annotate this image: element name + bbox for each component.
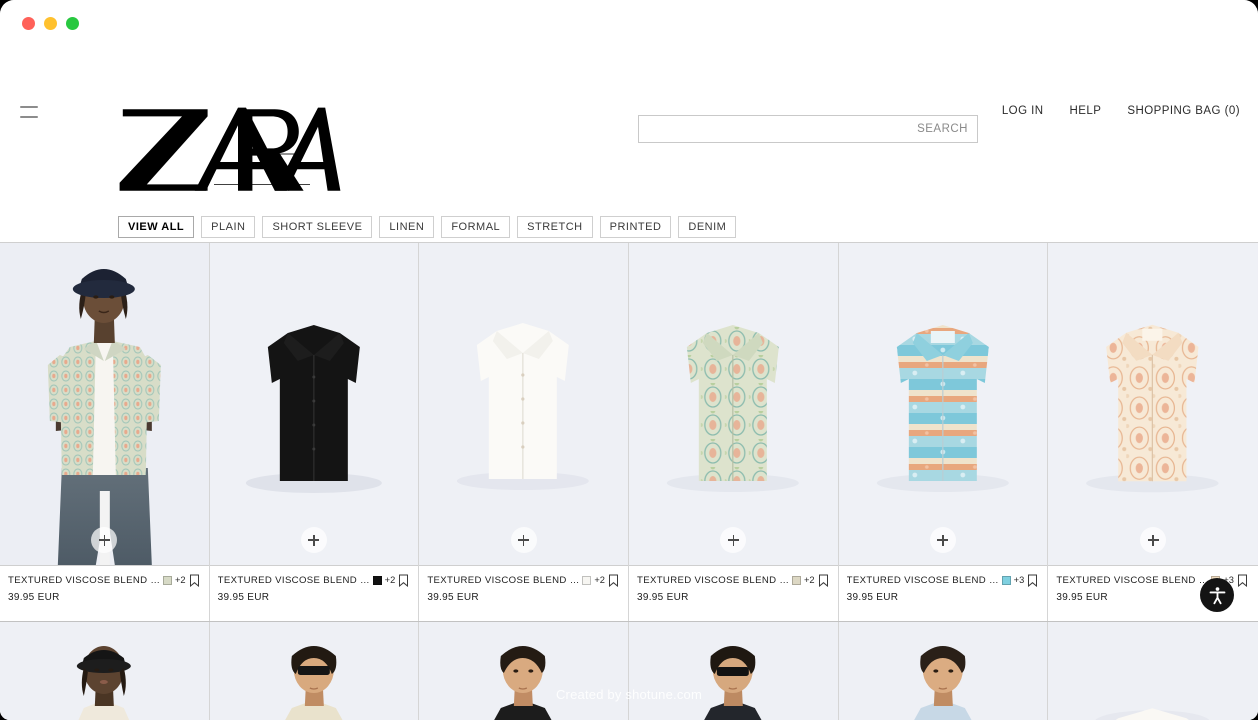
more-colors-count: +2	[594, 575, 605, 585]
product-card[interactable]: TEXTURED VISCOSE BLEND SHI... +2 39.95 E…	[209, 243, 420, 621]
minimize-window-button[interactable]	[44, 16, 57, 30]
filter-chip-short-sleeve[interactable]: SHORT SLEEVE	[262, 216, 373, 238]
product-name: TEXTURED VISCOSE BLEND SHI...	[637, 574, 789, 586]
more-colors-count: +2	[175, 575, 186, 585]
more-colors-count: +2	[804, 575, 815, 585]
product-image[interactable]	[629, 243, 838, 565]
filter-chip-printed[interactable]: PRINTED	[599, 216, 672, 238]
product-card[interactable]: TEXTURED VISCOSE BLEND SHI... +2 39.95 E…	[0, 243, 210, 621]
traffic-lights	[22, 16, 79, 30]
product-card[interactable]: TEXTURED VISCOSE BLEND SHI... +3 39.95 E…	[1048, 243, 1258, 621]
product-info: TEXTURED VISCOSE BLEND SHI... +2 39.95 E…	[0, 565, 209, 621]
product-price: 39.95 EUR	[427, 592, 479, 603]
product-info: TEXTURED VISCOSE BLEND SHI... +2 39.95 E…	[209, 565, 419, 621]
color-swatch[interactable]	[163, 575, 172, 585]
product-card[interactable]: TEXTURED VISCOSE BLEND SHI... +2 39.95 E…	[629, 243, 839, 621]
product-name: TEXTURED VISCOSE BLEND SHI...	[1056, 574, 1209, 586]
quick-add-button[interactable]	[1140, 527, 1167, 553]
product-price: 39.95 EUR	[8, 592, 60, 603]
search-input[interactable]	[639, 116, 977, 142]
product-grid-row-2	[0, 621, 1258, 720]
filter-chip-view-all[interactable]: VIEW ALL	[118, 216, 195, 238]
product-image[interactable]	[419, 622, 629, 720]
color-swatch[interactable]	[372, 575, 382, 585]
quick-add-button[interactable]	[300, 527, 327, 553]
color-swatch[interactable]	[1001, 575, 1011, 585]
window-titlebar	[0, 0, 1258, 46]
product-name: TEXTURED VISCOSE BLEND SHI...	[427, 574, 580, 586]
page-content: LOG IN HELP SHOPPING BAG (0) VIEW ALL PL…	[0, 46, 1258, 720]
bookmark-icon[interactable]	[608, 574, 619, 588]
filter-chip-linen[interactable]: LINEN	[379, 216, 435, 238]
color-swatch[interactable]	[792, 575, 801, 585]
product-card[interactable]: TEXTURED VISCOSE BLEND SHI... +2 39.95 E…	[419, 243, 629, 621]
more-colors-count: +2	[384, 575, 396, 585]
quick-add-button[interactable]	[91, 527, 118, 553]
product-card[interactable]: TEXTURED VISCOSE BLEND SHI... +3 39.95 E…	[838, 243, 1049, 621]
zara-logo[interactable]	[118, 100, 342, 200]
product-name: TEXTURED VISCOSE BLEND SHI...	[217, 574, 370, 586]
site-header: LOG IN HELP SHOPPING BAG (0) VIEW ALL PL…	[0, 46, 1258, 276]
product-image[interactable]	[0, 622, 210, 720]
product-name: TEXTURED VISCOSE BLEND SHI...	[846, 574, 999, 586]
product-price: 39.95 EUR	[637, 592, 689, 603]
more-colors-count: +3	[1013, 575, 1025, 585]
product-image[interactable]	[838, 243, 1048, 565]
bookmark-icon[interactable]	[1027, 574, 1038, 588]
product-price: 39.95 EUR	[217, 592, 270, 603]
quick-add-button[interactable]	[929, 527, 956, 553]
product-grid: TEXTURED VISCOSE BLEND SHI... +2 39.95 E…	[0, 242, 1258, 621]
zoom-window-button[interactable]	[66, 16, 79, 30]
filter-chip-formal[interactable]: FORMAL	[441, 216, 511, 238]
product-image[interactable]	[838, 622, 1049, 720]
product-price: 39.95 EUR	[846, 592, 899, 603]
bookmark-icon[interactable]	[189, 574, 200, 588]
filter-chip-stretch[interactable]: STRETCH	[517, 216, 593, 238]
browser-window: LOG IN HELP SHOPPING BAG (0) VIEW ALL PL…	[0, 0, 1258, 720]
product-name: TEXTURED VISCOSE BLEND SHI...	[8, 574, 160, 586]
product-image[interactable]	[209, 622, 420, 720]
quick-add-button[interactable]	[720, 527, 747, 553]
product-image[interactable]	[1048, 622, 1258, 720]
accessibility-icon[interactable]	[1200, 578, 1234, 612]
product-info: TEXTURED VISCOSE BLEND SHI... +2 39.95 E…	[629, 565, 838, 621]
close-window-button[interactable]	[22, 16, 35, 30]
quick-add-button[interactable]	[510, 527, 537, 553]
product-info: TEXTURED VISCOSE BLEND SHI... +2 39.95 E…	[419, 565, 628, 621]
bookmark-icon[interactable]	[1237, 574, 1248, 588]
filter-chip-plain[interactable]: PLAIN	[201, 216, 256, 238]
help-link[interactable]: HELP	[1070, 105, 1102, 117]
hamburger-menu-icon[interactable]	[20, 106, 38, 118]
product-image[interactable]	[629, 622, 839, 720]
product-image[interactable]	[419, 243, 628, 565]
product-info: TEXTURED VISCOSE BLEND SHI... +3 39.95 E…	[838, 565, 1048, 621]
bookmark-icon[interactable]	[398, 574, 409, 588]
bookmark-icon[interactable]	[818, 574, 829, 588]
shopping-bag-link[interactable]: SHOPPING BAG (0)	[1127, 105, 1240, 117]
color-swatch[interactable]	[582, 575, 592, 585]
header-links: LOG IN HELP SHOPPING BAG (0)	[1002, 105, 1240, 117]
product-image[interactable]	[1048, 243, 1258, 565]
filter-chip-denim[interactable]: DENIM	[678, 216, 737, 238]
login-link[interactable]: LOG IN	[1002, 105, 1044, 117]
search-box[interactable]	[638, 115, 978, 143]
product-image[interactable]	[0, 243, 209, 565]
product-image[interactable]	[209, 243, 419, 565]
